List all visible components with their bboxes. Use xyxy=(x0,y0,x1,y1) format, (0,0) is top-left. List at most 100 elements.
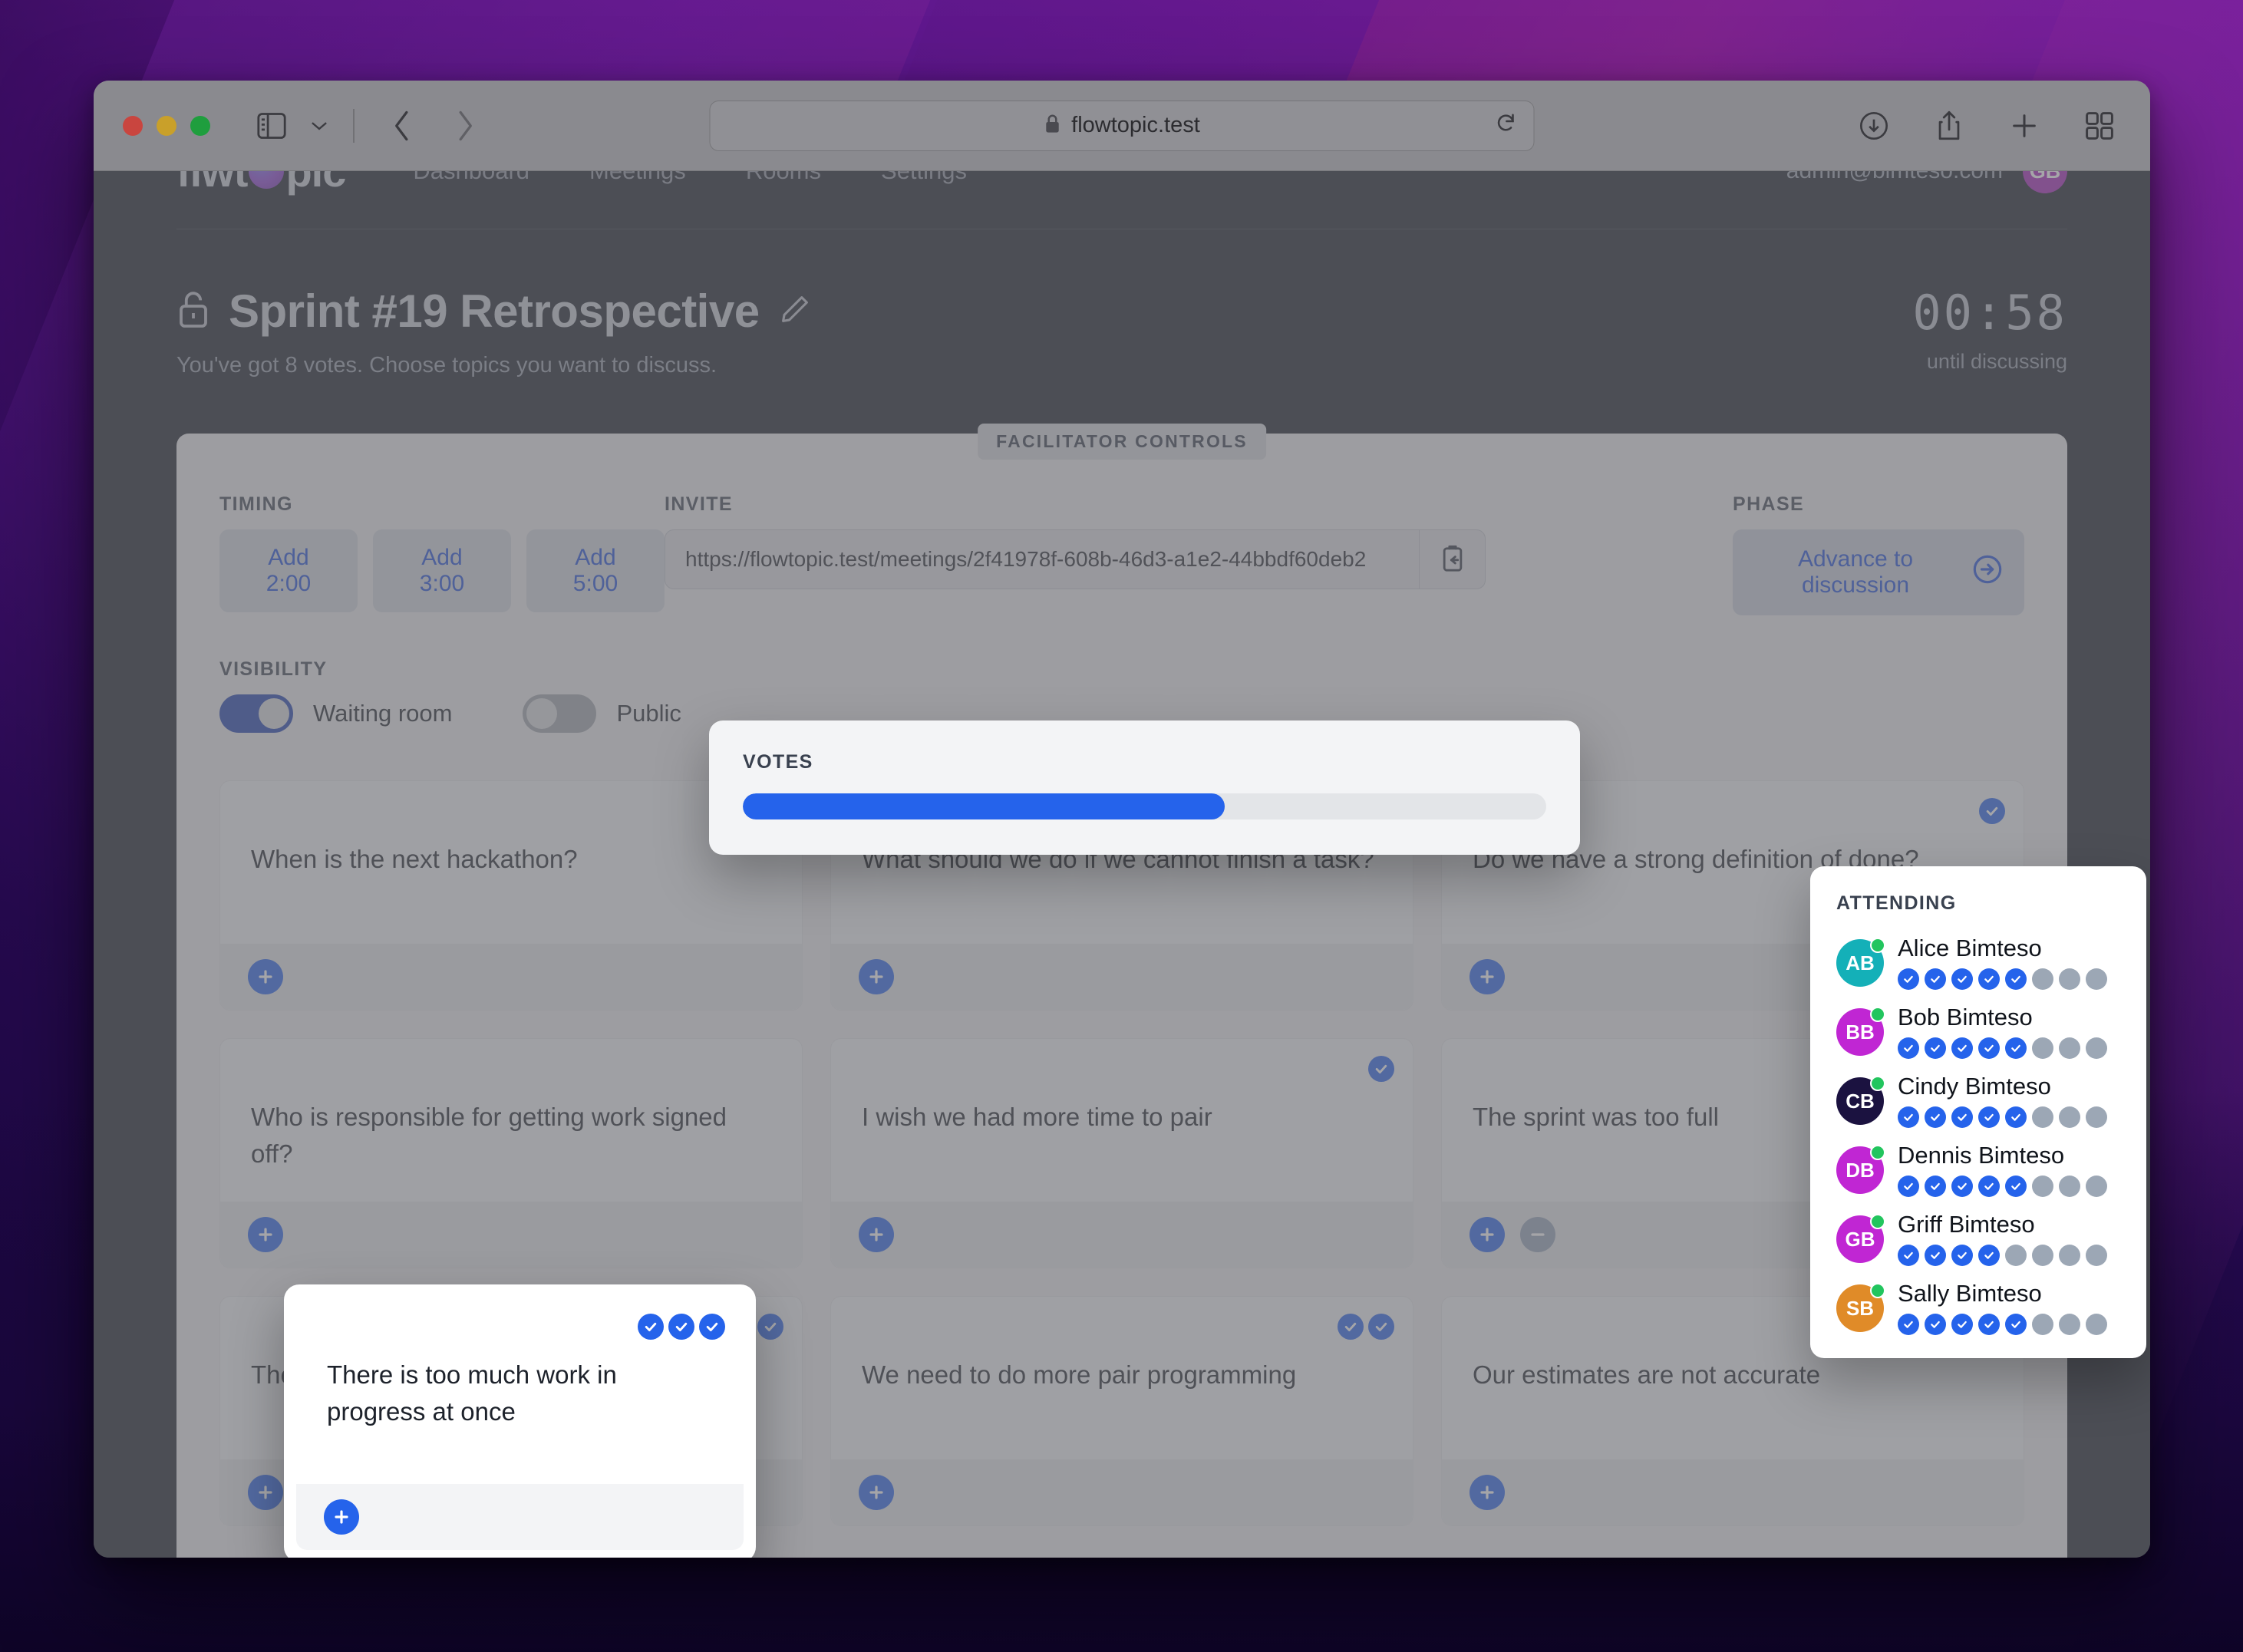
topic-card[interactable]: Who is responsible for getting work sign… xyxy=(219,1038,803,1268)
add-3min-button[interactable]: Add 3:00 xyxy=(373,529,511,612)
attendee-vote-dot xyxy=(2086,1314,2107,1335)
card-add-vote-button[interactable] xyxy=(248,1217,283,1252)
attendee-vote-dot xyxy=(1898,1037,1919,1059)
tab-overview-icon[interactable] xyxy=(2078,104,2121,147)
attendee-vote-dot xyxy=(2032,1176,2053,1197)
page-title: Sprint #19 Retrospective xyxy=(229,285,760,337)
facilitator-controls-badge: FACILITATOR CONTROLS xyxy=(978,424,1266,460)
new-tab-plus-icon[interactable] xyxy=(2003,104,2046,147)
card-add-vote-button[interactable] xyxy=(859,959,894,994)
card-vote-badges xyxy=(1338,1314,1394,1340)
nav-link-meetings[interactable]: Meetings xyxy=(589,171,686,185)
forward-arrow-icon[interactable] xyxy=(444,104,487,147)
invite-url-input[interactable]: https://flowtopic.test/meetings/2f41978f… xyxy=(665,530,1419,589)
attendee-vote-dot xyxy=(2059,1245,2080,1266)
vote-check-icon xyxy=(757,1314,783,1340)
card-add-vote-button[interactable] xyxy=(859,1475,894,1510)
timer-label: until discussing xyxy=(1926,350,2067,373)
focused-card-add-vote-button[interactable] xyxy=(324,1499,359,1535)
attendee-vote-dot xyxy=(2086,968,2107,990)
waiting-room-toggle[interactable] xyxy=(219,694,293,733)
topic-card[interactable]: I wish we had more time to pair xyxy=(830,1038,1413,1268)
pencil-icon[interactable] xyxy=(778,292,812,330)
attendee-vote-dots xyxy=(1898,1106,2107,1128)
nav-link-rooms[interactable]: Rooms xyxy=(746,171,821,185)
attendee-name: Griff Bimteso xyxy=(1898,1211,2035,1238)
toolbar-divider xyxy=(353,108,355,143)
votes-remaining-text: You've got 8 votes. Choose topics you wa… xyxy=(176,353,717,378)
attendee-vote-dot xyxy=(1898,1176,1919,1197)
card-remove-vote-button[interactable] xyxy=(1520,1217,1555,1252)
logo-text-pre: fl xyxy=(176,171,202,196)
attendee-vote-dots xyxy=(1898,1245,2107,1266)
card-add-vote-button[interactable] xyxy=(1469,1475,1505,1510)
topic-card-text: I wish we had more time to pair xyxy=(862,1103,1212,1131)
reload-icon[interactable] xyxy=(1496,112,1517,139)
attendee-vote-dot xyxy=(2005,1314,2027,1335)
address-bar[interactable]: flowtopic.test xyxy=(709,100,1535,151)
attendee-vote-dot xyxy=(2086,1245,2107,1266)
vote-check-icon xyxy=(1368,1056,1394,1082)
attendee-vote-dot xyxy=(1925,968,1946,990)
waiting-room-label: Waiting room xyxy=(313,700,453,727)
app-logo[interactable]: fl wt pic xyxy=(176,171,346,196)
card-vote-badges xyxy=(1979,798,2005,824)
close-window-button[interactable] xyxy=(123,115,143,136)
share-icon[interactable] xyxy=(1928,104,1971,147)
attendee-vote-dot xyxy=(2059,968,2080,990)
minimize-window-button[interactable] xyxy=(157,115,176,136)
card-vote-badges xyxy=(1368,1056,1394,1082)
public-toggle[interactable] xyxy=(523,694,597,733)
logo-dot-icon xyxy=(249,171,285,189)
vote-check-icon xyxy=(1338,1314,1364,1340)
topic-card[interactable]: We need to do more pair programming xyxy=(830,1296,1413,1526)
attendee-name: Bob Bimteso xyxy=(1898,1004,2033,1030)
card-add-vote-button[interactable] xyxy=(1469,959,1505,994)
downloads-icon[interactable] xyxy=(1852,104,1895,147)
attendee-vote-dot xyxy=(2005,968,2027,990)
chevron-down-icon[interactable] xyxy=(298,104,341,147)
attendee-vote-dot xyxy=(1951,1176,1973,1197)
nav-link-settings[interactable]: Settings xyxy=(881,171,967,185)
attendee-name: Sally Bimteso xyxy=(1898,1280,2042,1307)
advance-to-discussion-button[interactable]: Advance to discussion xyxy=(1733,529,2024,615)
sidebar-toggle-icon[interactable] xyxy=(250,104,293,147)
attendee-vote-dot xyxy=(2005,1037,2027,1059)
copy-clipboard-icon[interactable] xyxy=(1419,530,1485,589)
attendee-vote-dot xyxy=(1898,968,1919,990)
focused-topic-card[interactable]: There is too much work in progress at on… xyxy=(284,1284,756,1558)
card-add-vote-button[interactable] xyxy=(859,1217,894,1252)
attendee-vote-dot xyxy=(1925,1176,1946,1197)
attendee-vote-dot xyxy=(2059,1106,2080,1128)
attendee-vote-dot xyxy=(1925,1314,1946,1335)
attendee-vote-dot xyxy=(1951,1106,1973,1128)
attendee-row: DB Dennis Bimteso xyxy=(1836,1128,2120,1197)
online-status-icon xyxy=(1870,1145,1885,1160)
card-add-vote-button[interactable] xyxy=(248,1475,283,1510)
online-status-icon xyxy=(1870,1076,1885,1091)
invite-label: INVITE xyxy=(665,493,733,515)
add-2min-button[interactable]: Add 2:00 xyxy=(219,529,358,612)
meeting-timer: 00:58 until discussing xyxy=(1912,285,2067,374)
maximize-window-button[interactable] xyxy=(190,115,210,136)
attendee-vote-dot xyxy=(1898,1314,1919,1335)
window-controls[interactable] xyxy=(123,115,210,136)
nav-link-dashboard[interactable]: Dashboard xyxy=(413,171,529,185)
back-arrow-icon[interactable] xyxy=(381,104,424,147)
user-avatar[interactable]: GB xyxy=(2023,171,2067,193)
votes-progress-track xyxy=(743,793,1546,819)
vote-check-icon xyxy=(699,1314,725,1340)
invite-section: INVITE https://flowtopic.test/meetings/2… xyxy=(665,493,1702,589)
attendee-vote-dot xyxy=(1951,1037,1973,1059)
card-add-vote-button[interactable] xyxy=(248,959,283,994)
card-add-vote-button[interactable] xyxy=(1469,1217,1505,1252)
attendee-vote-dot xyxy=(1978,1245,2000,1266)
browser-toolbar: flowtopic.test xyxy=(94,81,2150,171)
facilitator-controls: TIMING Add 2:00 Add 3:00 Add 5:00 INVITE… xyxy=(176,434,2067,747)
online-status-icon xyxy=(1870,1007,1885,1022)
attendee-row: GB Griff Bimteso xyxy=(1836,1197,2120,1266)
app-navbar: flwt pic Dashboard Meetings Rooms Setting… xyxy=(94,171,2150,229)
add-5min-button[interactable]: Add 5:00 xyxy=(526,529,665,612)
attendee-row: SB Sally Bimteso xyxy=(1836,1266,2120,1335)
phase-label: PHASE xyxy=(1733,493,1805,515)
